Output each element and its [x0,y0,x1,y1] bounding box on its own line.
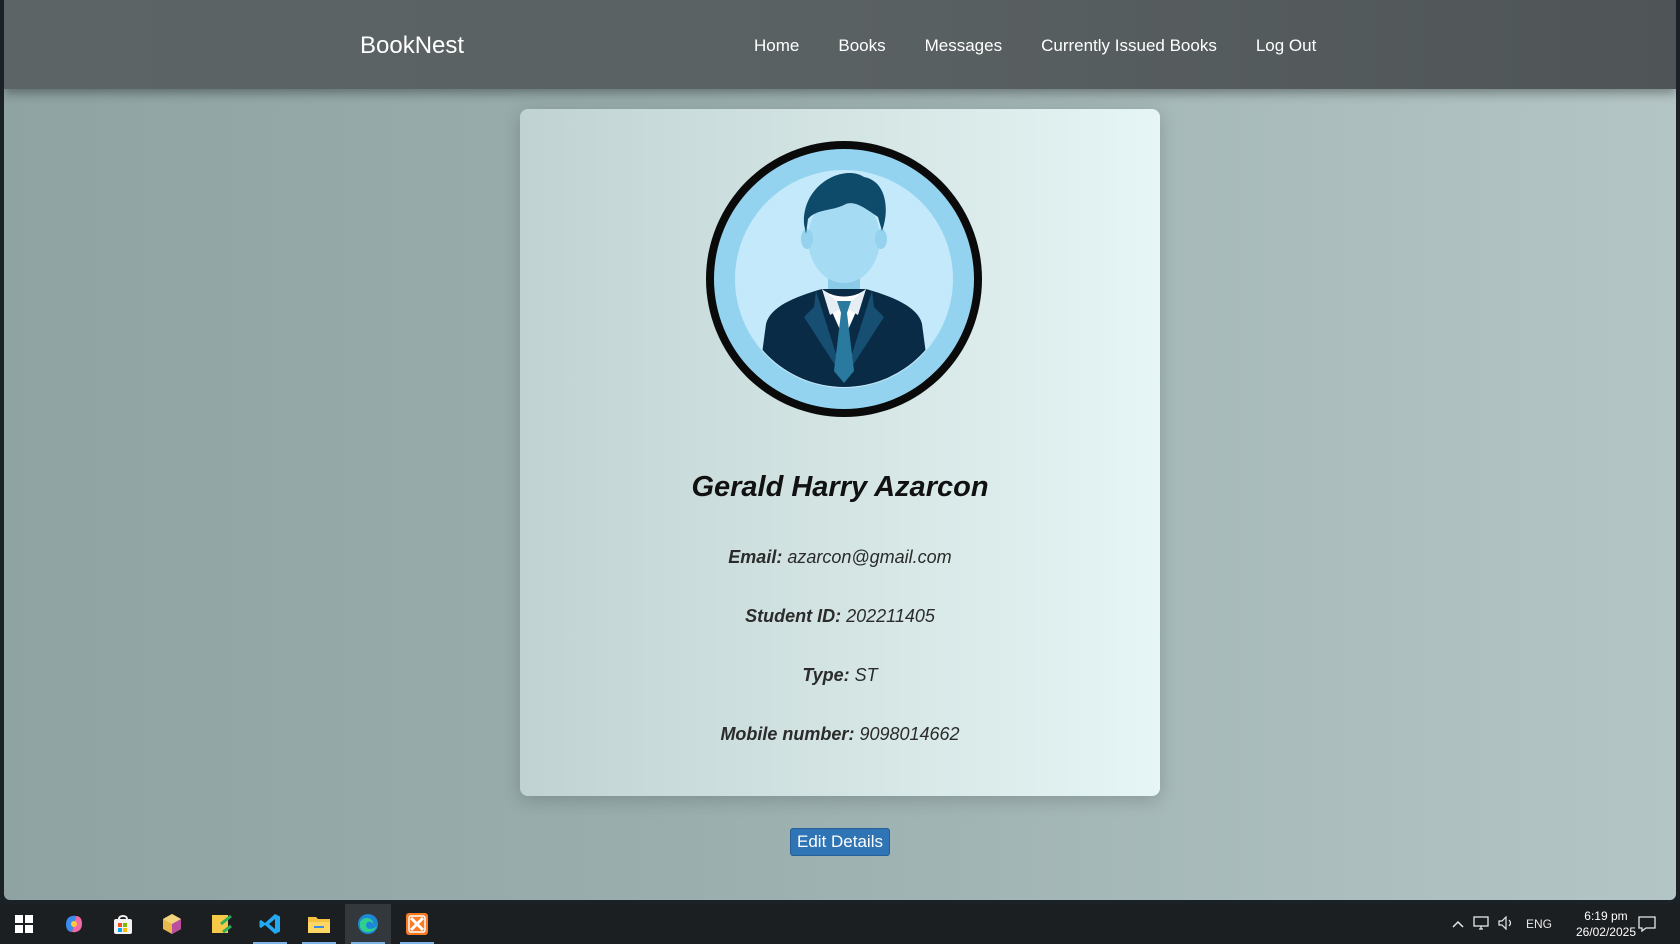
browser-page: BookNest Home Books Messages Currently I… [4,0,1676,900]
copilot-icon[interactable] [51,904,97,944]
windows-start-icon[interactable] [1,904,47,944]
student-id-row: Student ID: 202211405 [520,606,1160,627]
email-value: azarcon@gmail.com [787,547,952,567]
store-icon[interactable] [100,904,146,944]
chevron-up-icon[interactable] [1452,917,1464,931]
nav-issued-books[interactable]: Currently Issued Books [1041,36,1217,56]
system-tray: ENG [1452,904,1552,944]
profile-card: Gerald Harry Azarcon Email: azarcon@gmai… [520,109,1160,796]
email-label: Email: [728,547,783,567]
package-icon[interactable] [149,904,195,944]
nav-links: Home Books Messages Currently Issued Boo… [754,36,1316,56]
profile-name: Gerald Harry Azarcon [691,471,989,503]
type-value: ST [854,665,878,685]
xampp-icon[interactable] [394,904,440,944]
nav-home[interactable]: Home [754,36,799,56]
user-avatar-icon [706,141,982,417]
sticky-app-icon[interactable] [198,904,244,944]
mobile-value: 9098014662 [859,724,960,744]
nav-messages[interactable]: Messages [925,36,1002,56]
brand-logo[interactable]: BookNest [360,32,464,60]
vscode-icon[interactable] [247,904,293,944]
taskbar: ENG 6:19 pm 26/02/2025 [0,904,1680,944]
student-id-label: Student ID: [745,606,842,626]
language-indicator[interactable]: ENG [1526,917,1552,931]
avatar [704,139,984,419]
nav-books[interactable]: Books [838,36,885,56]
volume-icon[interactable] [1498,915,1514,933]
type-row: Type: ST [520,665,1160,686]
email-row: Email: azarcon@gmail.com [520,547,1160,568]
navbar: BookNest Home Books Messages Currently I… [4,0,1676,89]
mobile-row: Mobile number: 9098014662 [520,724,1160,745]
notification-icon[interactable] [1624,904,1670,944]
edge-icon[interactable] [345,904,391,944]
file-explorer-icon[interactable] [296,904,342,944]
type-label: Type: [802,665,850,685]
edit-details-button[interactable]: Edit Details [790,828,890,856]
nav-logout[interactable]: Log Out [1256,36,1317,56]
mobile-label: Mobile number: [720,724,855,744]
student-id-value: 202211405 [846,606,935,626]
network-icon[interactable] [1473,915,1489,933]
